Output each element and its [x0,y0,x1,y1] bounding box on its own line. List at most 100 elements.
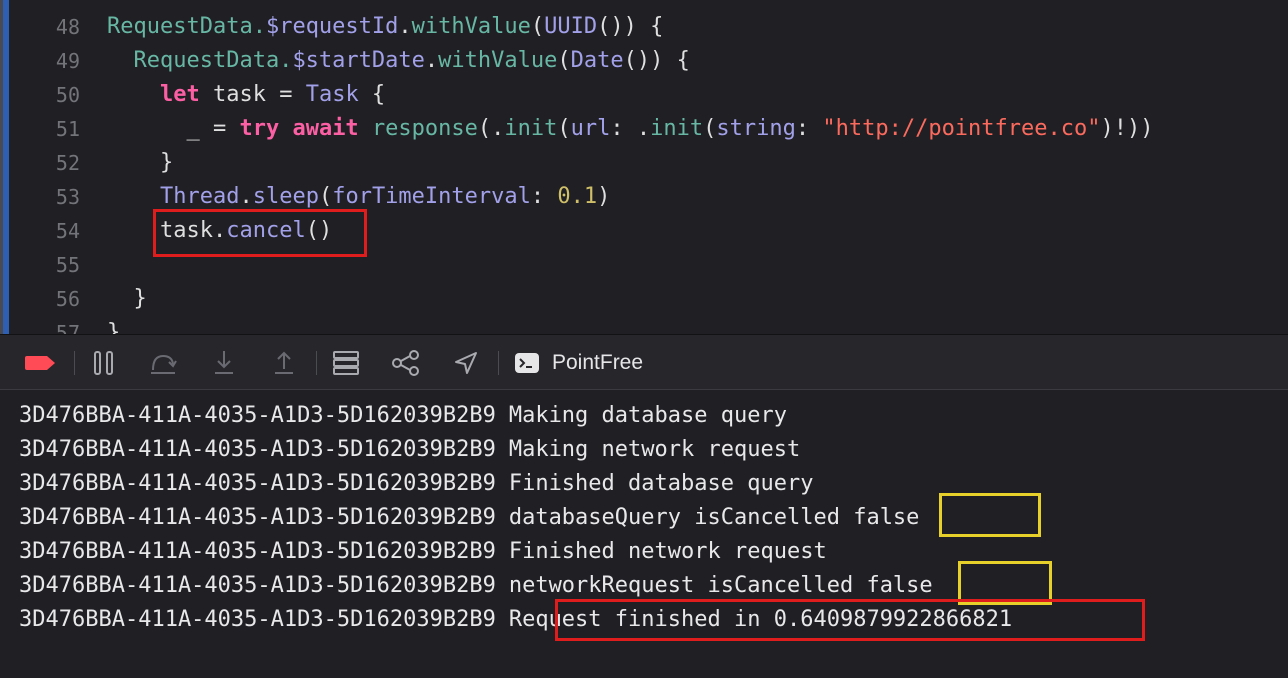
code-text: } [107,316,120,334]
code-token: : . [610,116,651,141]
step-over-icon[interactable] [144,335,182,391]
line-number: 48 [55,15,80,39]
code-token: "http://pointfree.co" [822,116,1101,141]
code-token: : [795,116,823,141]
log-message: Finished network request [508,539,827,564]
code-token: 0.1 [557,184,598,209]
breakpoint-icon[interactable] [22,335,60,391]
code-text: _ = try await response(.init(url: .init(… [107,112,1154,146]
log-message: Making database query [508,403,787,428]
code-token: } [107,150,174,175]
code-token: { [358,82,386,107]
code-token: . [398,14,412,39]
line-number: 54 [55,219,80,243]
request-id: 3D476BBA-411A-4035-A1D3-5D162039B2B9 [19,437,496,462]
code-token: ( [530,14,545,39]
network-cancelled-highlight [958,561,1052,605]
toolbar-separator [74,351,75,375]
code-token: Thread [159,184,240,209]
code-token: (. [477,116,505,141]
step-out-icon[interactable] [266,335,302,391]
toolbar-separator [498,351,499,375]
code-token: string [716,116,796,141]
code-token: . [424,48,439,73]
code-text: RequestData.$startDate.withValue(Date())… [107,44,690,78]
line-number: 57 [55,321,80,334]
line-number: 49 [55,49,80,73]
code-token: } [107,286,147,311]
log-line: 3D476BBA-411A-4035-A1D3-5D162039B2B9 Fini… [19,467,813,501]
debug-console[interactable]: 3D476BBA-411A-4035-A1D3-5D162039B2B9 Maki… [0,390,1288,678]
pause-icon[interactable] [86,335,122,391]
terminal-icon [512,335,542,391]
code-token: forTimeInterval [332,184,531,209]
code-text: } [107,282,147,316]
code-token: url [570,116,611,141]
code-token: ( [318,184,333,209]
log-line: 3D476BBA-411A-4035-A1D3-5D162039B2B9 Maki… [19,399,787,433]
code-token: : [530,184,558,209]
location-icon[interactable] [448,335,484,391]
line-number: 53 [55,185,80,209]
line-number: 55 [55,253,80,277]
log-line: 3D476BBA-411A-4035-A1D3-5D162039B2B9 data… [19,501,919,535]
target-name[interactable]: PointFree [552,335,643,391]
log-message: databaseQuery isCancelled false [508,505,920,530]
log-line: 3D476BBA-411A-4035-A1D3-5D162039B2B9 Fini… [19,535,827,569]
code-token: RequestData. [107,48,293,73]
code-token: ( [557,116,571,141]
line-number: 51 [55,117,80,141]
log-line: 3D476BBA-411A-4035-A1D3-5D162039B2B9 netw… [19,569,933,603]
code-token: init [504,116,558,141]
code-token: Date [570,48,624,73]
code-text: Thread.sleep(forTimeInterval: 0.1) [107,180,610,214]
code-token: $startDate [292,48,425,73]
code-token: init [650,116,704,141]
log-message: networkRequest isCancelled false [508,573,933,598]
log-message: Request finished in 0.6409879922866821 [508,607,1013,632]
code-token: ( [703,116,717,141]
request-id: 3D476BBA-411A-4035-A1D3-5D162039B2B9 [19,539,496,564]
request-id: 3D476BBA-411A-4035-A1D3-5D162039B2B9 [19,505,496,530]
code-token: try [239,116,280,141]
debug-toolbar: PointFree [0,334,1288,390]
code-text: } [107,146,173,180]
code-token: await [292,116,359,141]
request-id: 3D476BBA-411A-4035-A1D3-5D162039B2B9 [19,403,496,428]
code-editor[interactable]: 4748RequestData.$requestId.withValue(UUI… [0,0,1288,334]
request-id: 3D476BBA-411A-4035-A1D3-5D162039B2B9 [19,471,496,496]
code-token: ()) { [597,14,664,39]
code-token: $requestId [265,14,399,39]
code-token: let [159,82,200,107]
request-id: 3D476BBA-411A-4035-A1D3-5D162039B2B9 [19,573,496,598]
code-token: () [305,218,333,243]
code-token: )!)) [1100,116,1154,141]
code-token: response [371,116,478,141]
step-into-icon[interactable] [206,335,242,391]
code-token: ) [597,184,611,209]
code-token: _ = [107,116,240,141]
code-token: task = [199,82,306,107]
line-number: 52 [55,151,80,175]
log-message: Making network request [508,437,801,462]
log-message: Finished database query [508,471,814,496]
view-hierarchy-icon[interactable] [328,335,364,391]
code-token: task. [107,218,227,243]
code-token: . [239,184,253,209]
memory-graph-icon[interactable] [388,335,424,391]
request-id: 3D476BBA-411A-4035-A1D3-5D162039B2B9 [19,607,496,632]
code-token: UUID [544,14,598,39]
toolbar-separator [316,351,317,375]
code-text: RequestData.$requestId.withValue(UUID())… [107,10,663,44]
code-text: task.cancel() [107,214,332,248]
code-token: ()) { [623,48,690,73]
code-token: cancel [226,218,306,243]
log-line: 3D476BBA-411A-4035-A1D3-5D162039B2B9 Requ… [19,603,1012,637]
code-token: RequestData. [107,14,266,39]
line-number: 56 [55,287,80,311]
log-line: 3D476BBA-411A-4035-A1D3-5D162039B2B9 Maki… [19,433,800,467]
